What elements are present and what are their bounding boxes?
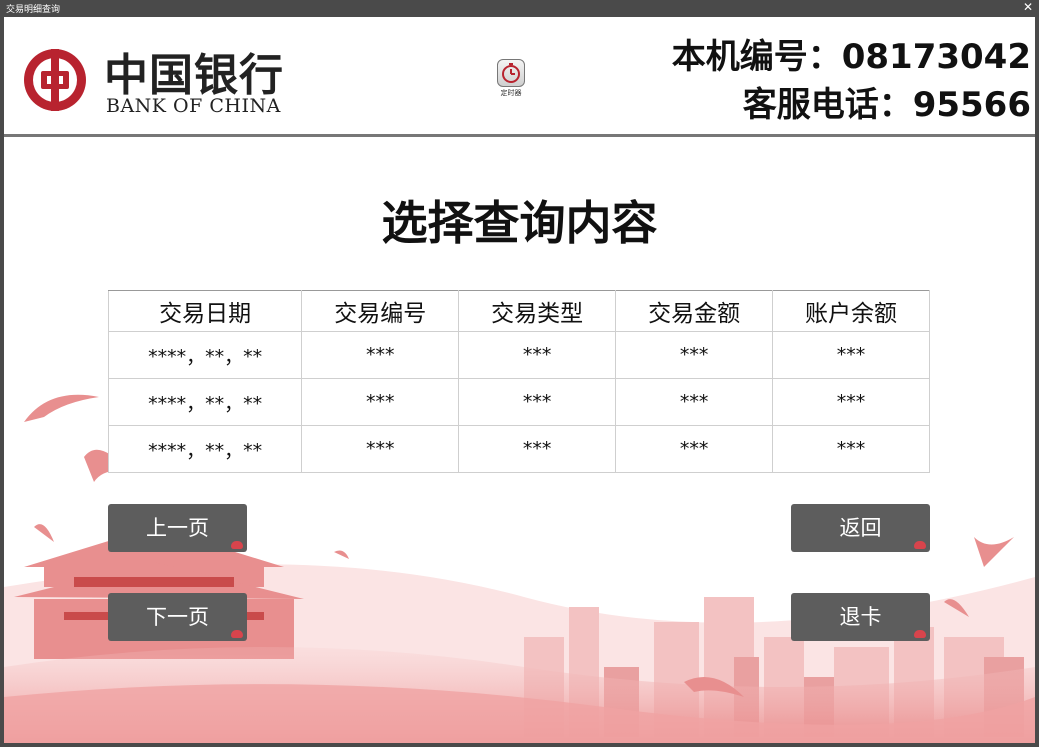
table-cell: *** [615,378,774,426]
table-cell: *** [301,331,460,379]
timer-label: 定时器 [500,89,522,97]
header-divider [4,134,1035,137]
header: 中国银行 BANK OF CHINA 定时器 本机编号：08173042 客服电… [4,17,1035,134]
corner-mark-icon [914,541,926,549]
table-cell: *** [772,331,930,379]
service-phone-value: 95566 [912,85,1031,125]
table-cell: *** [615,425,774,473]
table-cell: *** [301,378,460,426]
window-bottom-border [0,743,1039,747]
table-row[interactable]: ****，**，** *** *** *** *** [107,378,930,426]
service-phone-line: 客服电话：95566 [743,77,1031,126]
app-window: 中国银行 BANK OF CHINA 定时器 本机编号：08173042 客服电… [4,17,1035,743]
prev-page-button[interactable]: 上一页 [108,504,247,552]
machine-number-line: 本机编号：08173042 [672,29,1031,78]
window-title: 交易明细查询 [6,5,61,15]
table-header-row: 交易日期 交易编号 交易类型 交易金额 账户余额 [107,290,930,332]
column-header-number: 交易编号 [301,290,460,332]
table-cell: *** [615,331,774,379]
bank-name-chinese: 中国银行 [104,50,284,101]
column-header-date: 交易日期 [107,290,303,332]
service-phone-label: 客服电话： [742,85,913,125]
corner-mark-icon [231,541,243,549]
table-cell: *** [458,425,617,473]
bank-of-china-emblem-icon [24,49,86,111]
back-button[interactable]: 返回 [791,504,930,552]
table-cell: ****，**，** [107,331,303,379]
bank-name-english: BANK OF CHINA [106,95,281,117]
timer-widget[interactable]: 定时器 [494,59,528,98]
page-title: 选择查询内容 [381,196,658,250]
column-header-balance: 账户余额 [772,290,930,332]
table-cell: *** [301,425,460,473]
close-icon[interactable]: ✕ [1023,0,1033,14]
table-row[interactable]: ****，**，** *** *** *** *** [107,425,930,473]
next-page-button[interactable]: 下一页 [108,593,247,641]
table-cell: *** [458,331,617,379]
timer-icon[interactable] [497,59,525,87]
next-page-label: 下一页 [146,605,209,629]
column-header-type: 交易类型 [458,290,617,332]
column-header-amount: 交易金额 [615,290,774,332]
table-cell: *** [772,378,930,426]
corner-mark-icon [231,630,243,638]
machine-number-value: 08173042 [841,37,1031,77]
table-cell: *** [772,425,930,473]
back-label: 返回 [839,516,882,540]
table-cell: ****，**，** [107,378,303,426]
eject-card-button[interactable]: 退卡 [791,593,930,641]
table-cell: *** [458,378,617,426]
table-row[interactable]: ****，**，** *** *** *** *** [107,331,930,379]
corner-mark-icon [914,630,926,638]
machine-number-label: 本机编号： [671,37,842,77]
table-cell: ****，**，** [107,425,303,473]
eject-card-label: 退卡 [839,605,882,629]
transaction-table: 交易日期 交易编号 交易类型 交易金额 账户余额 ****，**，** *** … [107,290,930,473]
window-titlebar: 交易明细查询 ✕ [0,0,1039,17]
prev-page-label: 上一页 [146,516,209,540]
